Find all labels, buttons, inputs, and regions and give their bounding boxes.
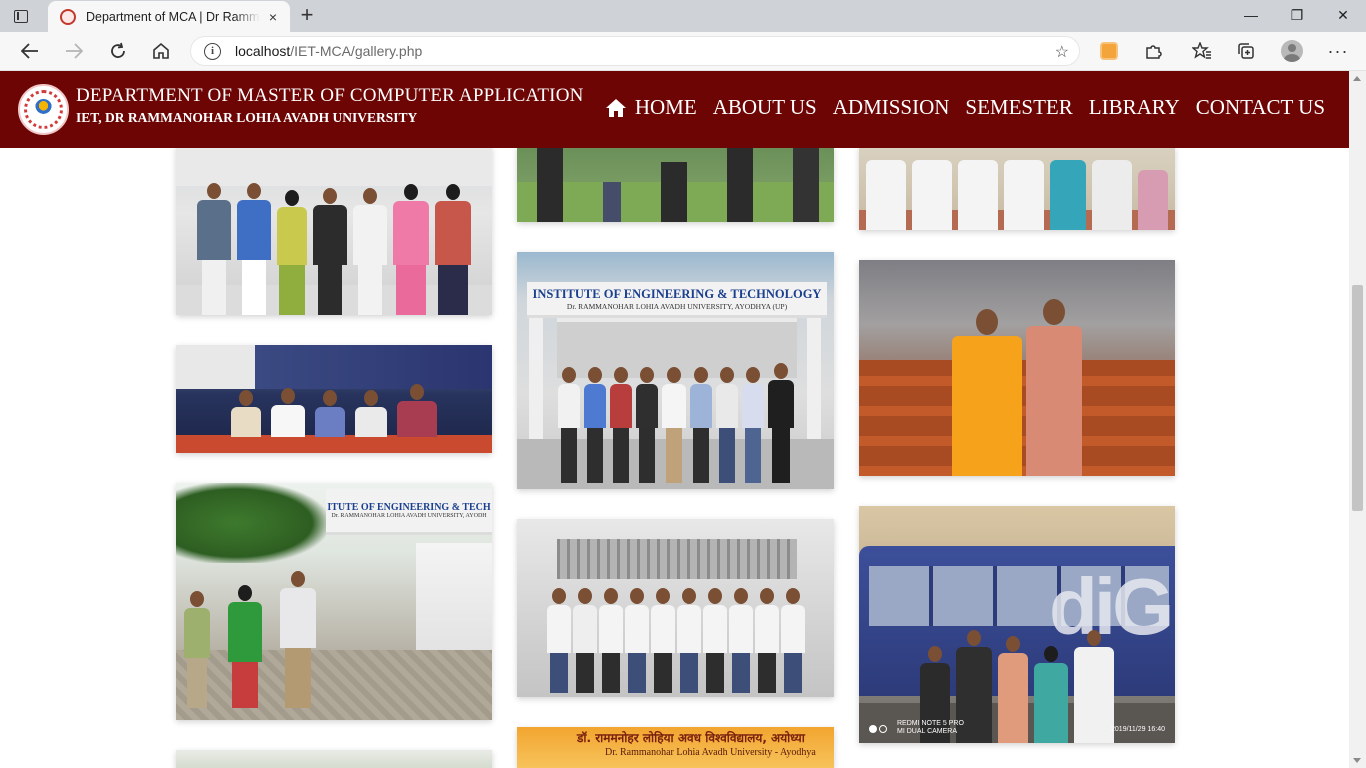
tab-close-icon[interactable]: × <box>264 8 282 26</box>
gallery-photo-tree-plantation[interactable]: ITUTE OF ENGINEERING & TECH Dr. RAMMANOH… <box>176 483 492 720</box>
institute-signboard: ITUTE OF ENGINEERING & TECH Dr. RAMMANOH… <box>326 489 492 535</box>
gallery-photo-outdoor[interactable] <box>176 750 492 768</box>
address-bar[interactable]: i localhost/IET-MCA/gallery.php ☆ <box>190 36 1080 66</box>
nav-library[interactable]: LIBRARY <box>1089 95 1180 120</box>
camera-dot-icon <box>869 725 877 733</box>
minimize-button[interactable]: — <box>1228 0 1274 30</box>
gallery-photo-seminar-stage[interactable] <box>176 345 492 453</box>
extensions-puzzle-icon[interactable] <box>1138 36 1168 66</box>
browser-tab[interactable]: Department of MCA | Dr Rammanohar Lohia … <box>48 1 290 32</box>
page-viewport: ITUTE OF ENGINEERING & TECH Dr. RAMMANOH… <box>0 71 1366 768</box>
favorites-icon[interactable] <box>1187 36 1217 66</box>
gallery-photo-class-group[interactable] <box>517 519 834 697</box>
more-options-icon[interactable]: ··· <box>1323 36 1353 66</box>
tab-actions-icon[interactable] <box>10 6 32 26</box>
add-favorite-icon[interactable]: ☆ <box>1055 42 1069 62</box>
camera-type-stamp: MI DUAL CAMERA <box>897 728 958 735</box>
scrollbar-thumb[interactable] <box>1352 285 1363 511</box>
camera-dot-outline-icon <box>879 725 887 733</box>
gallery-photo-felicitation-hall[interactable] <box>859 260 1175 476</box>
camera-model-stamp: REDMI NOTE 5 PRO <box>897 720 964 727</box>
home-icon <box>605 98 626 117</box>
home-browser-icon[interactable] <box>146 36 176 66</box>
restore-button[interactable]: ❐ <box>1274 0 1320 30</box>
university-logo[interactable] <box>18 84 69 135</box>
nav-semester[interactable]: SEMESTER <box>965 95 1072 120</box>
gallery-photo-award-ceremony[interactable] <box>176 146 492 315</box>
gallery-photo-garden-group[interactable] <box>517 146 834 222</box>
banner-hindi-text: डॉ. राममनोहर लोहिया अवध विश्वविद्यालय, अ… <box>577 731 805 745</box>
nav-contact-us[interactable]: CONTACT US <box>1196 95 1325 120</box>
new-tab-button[interactable]: + <box>296 4 318 27</box>
gallery-photo-university-banner[interactable]: डॉ. राममनोहर लोहिया अवध विश्वविद्यालय, अ… <box>517 727 834 768</box>
nav-home[interactable]: HOME <box>605 95 697 120</box>
main-navigation: HOME ABOUT US ADMISSION SEMESTER LIBRARY… <box>605 95 1325 120</box>
nav-admission[interactable]: ADMISSION <box>833 95 950 120</box>
refresh-icon[interactable] <box>103 36 133 66</box>
extension-icon[interactable] <box>1094 36 1124 66</box>
nav-home-label: HOME <box>634 95 697 119</box>
browser-tab-strip: Department of MCA | Dr Rammanohar Lohia … <box>0 0 1366 32</box>
photo-timestamp: 2019/11/29 16:40 <box>1111 726 1165 733</box>
scroll-down-icon[interactable] <box>1353 758 1361 763</box>
scroll-up-icon[interactable] <box>1353 76 1361 81</box>
forward-icon[interactable] <box>59 36 89 66</box>
browser-toolbar: i localhost/IET-MCA/gallery.php ☆ ··· <box>0 32 1366 71</box>
profile-avatar[interactable] <box>1277 36 1307 66</box>
close-window-button[interactable]: ✕ <box>1320 0 1366 30</box>
page-scrollbar[interactable] <box>1349 71 1366 768</box>
site-header: DEPARTMENT OF MASTER OF COMPUTER APPLICA… <box>0 71 1349 148</box>
university-subtitle: IET, DR RAMMANOHAR LOHIA AVADH UNIVERSIT… <box>76 110 418 125</box>
gallery-photo-students-at-institute[interactable]: INSTITUTE OF ENGINEERING & TECHNOLOGY Dr… <box>517 252 834 489</box>
tab-title: Department of MCA | Dr Rammanohar Lohia … <box>86 9 260 24</box>
back-icon[interactable] <box>15 36 45 66</box>
site-info-icon[interactable]: i <box>204 43 221 60</box>
gallery-photo-bus-trip[interactable]: diG REDMI NOTE 5 PRO MI DUAL CAMERA 2019… <box>859 506 1175 743</box>
nav-about-us[interactable]: ABOUT US <box>713 95 817 120</box>
collections-icon[interactable] <box>1231 36 1261 66</box>
gallery-photo-white-tshirts[interactable] <box>859 146 1175 230</box>
institute-signboard-main: INSTITUTE OF ENGINEERING & TECHNOLOGY Dr… <box>527 282 827 318</box>
url-text: localhost/IET-MCA/gallery.php <box>235 43 423 59</box>
site-favicon-icon <box>60 8 76 25</box>
banner-english-text: Dr. Rammanohar Lohia Avadh University - … <box>605 747 816 758</box>
department-title: DEPARTMENT OF MASTER OF COMPUTER APPLICA… <box>76 85 584 106</box>
